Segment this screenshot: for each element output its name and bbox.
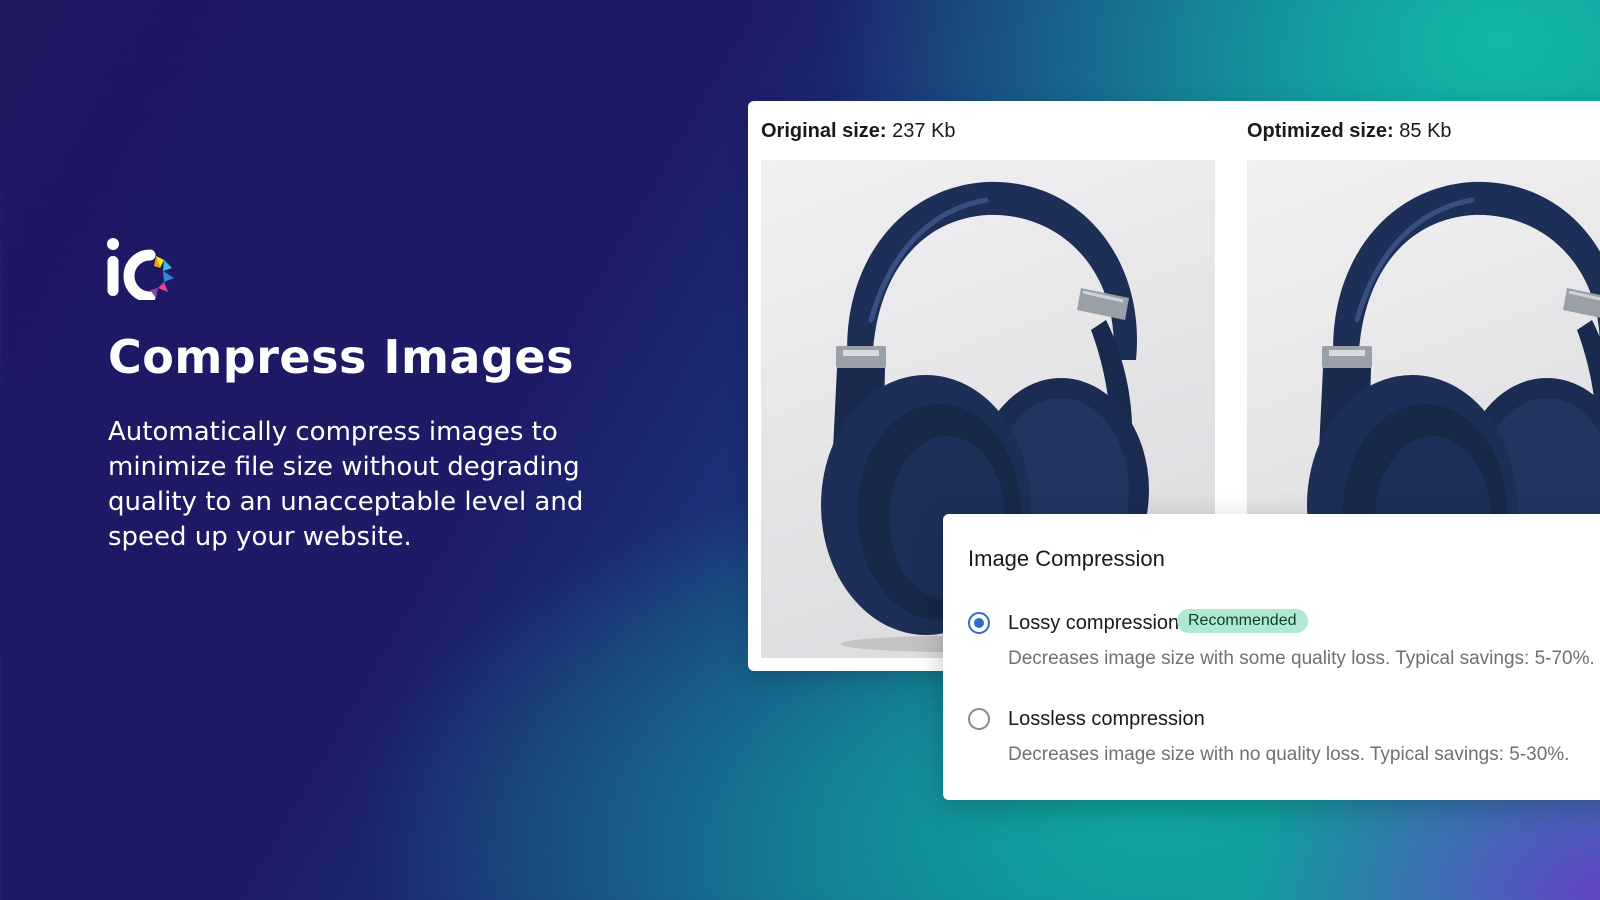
panel-title: Image Compression <box>968 546 1165 571</box>
optimized-size-value: 85 Kb <box>1399 120 1452 142</box>
app-logo <box>107 238 174 300</box>
original-size-key: Original size: <box>761 120 887 142</box>
original-size-label: Original size: 237 Kb <box>761 120 956 143</box>
optimized-size-key: Optimized size: <box>1247 120 1394 142</box>
lossy-compression-description: Decreases image size with some quality l… <box>1008 648 1595 669</box>
hero-description: Automatically compress images to minimiz… <box>108 417 584 552</box>
image-compression-panel: Image Compression Lossy compression Reco… <box>943 514 1600 800</box>
page-title: Compress Images <box>108 330 574 384</box>
lossless-compression-label[interactable]: Lossless compression <box>1008 708 1205 731</box>
radio-unchecked-icon[interactable] <box>968 708 990 730</box>
optimized-size-label: Optimized size: 85 Kb <box>1247 120 1452 143</box>
radio-checked-icon[interactable] <box>968 612 990 634</box>
lossless-compression-description: Decreases image size with no quality los… <box>1008 744 1570 765</box>
recommended-badge: Recommended <box>1177 609 1308 633</box>
original-size-value: 237 Kb <box>892 120 956 142</box>
lossy-compression-label[interactable]: Lossy compression <box>1008 612 1179 635</box>
